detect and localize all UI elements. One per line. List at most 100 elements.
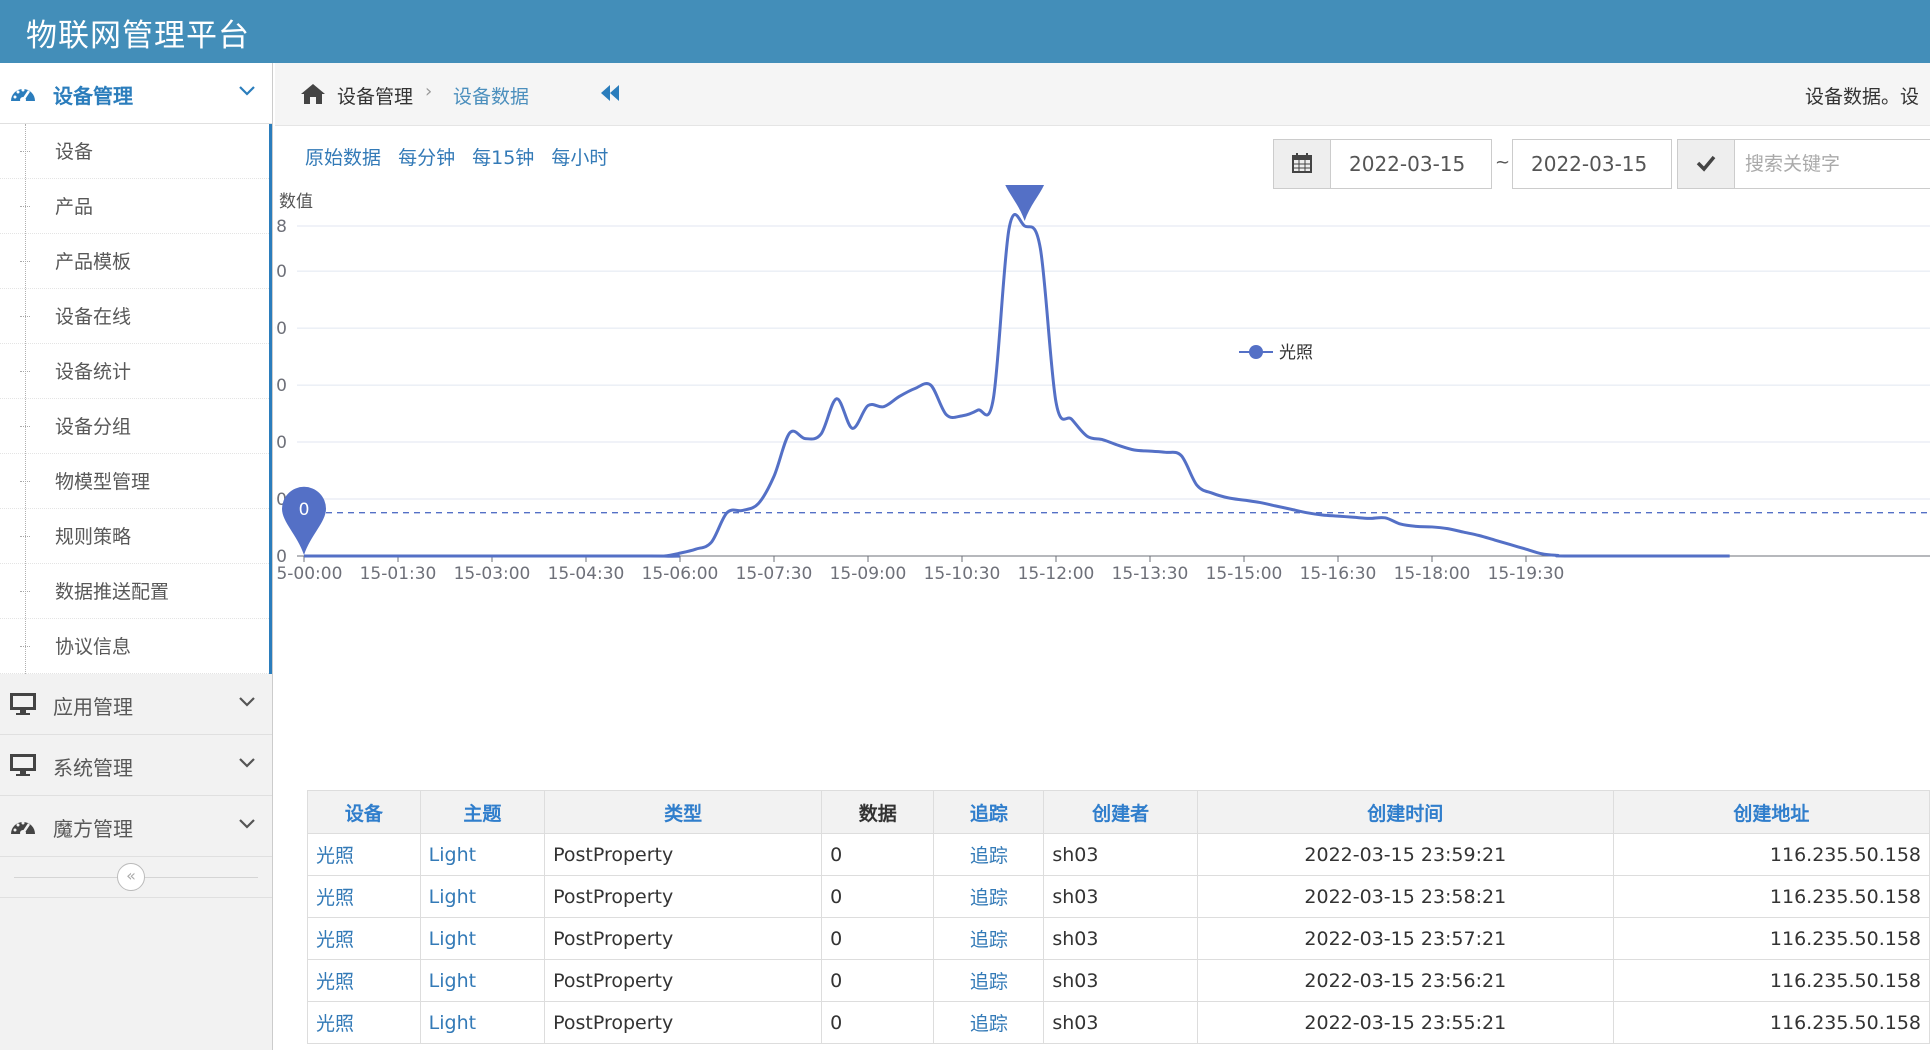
interval-15min-link[interactable]: 每15钟	[472, 147, 534, 169]
date-range-separator: ~	[1495, 152, 1511, 173]
home-icon[interactable]	[300, 83, 326, 105]
menu-label: 系统管理	[53, 756, 133, 780]
cell-trace-link[interactable]: 追踪	[933, 875, 1045, 918]
menu-device-management[interactable]: 设备管理	[0, 63, 272, 124]
sidebar-item-label: 设备分组	[55, 416, 132, 438]
cell-type: PostProperty	[544, 1001, 823, 1044]
sidebar-item-protocol[interactable]: 协议信息	[0, 619, 269, 674]
cell-device-link[interactable]: 光照	[307, 833, 421, 876]
min-mark-point[interactable]: 0	[282, 486, 326, 555]
end-date-field[interactable]	[1512, 139, 1672, 189]
cell-type: PostProperty	[544, 959, 823, 1002]
search-field[interactable]	[1734, 139, 1930, 189]
y-tick-label: 0,000	[275, 433, 287, 453]
calendar-button[interactable]	[1273, 139, 1331, 189]
sidebar-item-thing-model[interactable]: 物模型管理	[0, 454, 269, 509]
end-date-input[interactable]	[1513, 140, 1671, 188]
chevron-down-icon	[239, 758, 255, 768]
sidebar-item-product-template[interactable]: 产品模板	[0, 234, 269, 289]
cell-trace-link[interactable]: 追踪	[933, 917, 1045, 960]
cell-data: 0	[821, 959, 935, 1002]
dashboard-icon	[11, 88, 35, 103]
chart-grid	[297, 225, 1930, 557]
x-tick-label: 15-00:00	[275, 564, 342, 584]
cell-topic-link[interactable]: Light	[419, 1001, 546, 1044]
menu-label: 应用管理	[53, 695, 133, 719]
legend-marker	[1249, 345, 1263, 359]
y-tick-label: 5,000	[275, 376, 287, 396]
table-row: 光照 Light PostProperty 0 追踪 sh03 2022-03-15 23:…	[307, 1001, 1930, 1044]
collapse-sidebar-icon[interactable]: «	[117, 863, 145, 891]
menu-cube-management[interactable]: 魔方管理	[0, 796, 272, 857]
sidebar-item-rule-policy[interactable]: 规则策略	[0, 509, 269, 564]
cell-device-link[interactable]: 光照	[307, 917, 421, 960]
sidebar-item-label: 设备统计	[55, 361, 132, 383]
breadcrumb-home[interactable]: 设备管理	[337, 82, 413, 109]
x-tick-label: 15-15:00	[1206, 564, 1283, 584]
sidebar-item-label: 产品	[55, 196, 94, 218]
cell-data: 0	[821, 875, 935, 918]
column-header-created-time[interactable]: 创建时间	[1196, 790, 1614, 834]
cell-device-link[interactable]: 光照	[307, 875, 421, 918]
column-header-topic[interactable]: 主题	[419, 790, 546, 834]
sidebar-item-product[interactable]: 产品	[0, 179, 269, 234]
interval-minute-link[interactable]: 每分钟	[398, 147, 455, 169]
cell-trace-link[interactable]: 追踪	[933, 959, 1045, 1002]
column-header-trace[interactable]: 追踪	[933, 790, 1045, 834]
x-tick-label: 15-04:30	[548, 564, 625, 584]
cell-topic-link[interactable]: Light	[419, 833, 546, 876]
sidebar-item-device[interactable]: 设备	[0, 124, 269, 179]
cell-device-link[interactable]: 光照	[307, 1001, 421, 1044]
breadcrumb-current[interactable]: 设备数据	[453, 82, 529, 109]
column-header-created-address[interactable]: 创建地址	[1612, 790, 1930, 834]
chart-legend[interactable]: 光照	[1239, 343, 1313, 363]
cell-topic-link[interactable]: Light	[419, 959, 546, 1002]
chevron-down-icon	[239, 86, 255, 96]
apply-filter-button[interactable]	[1677, 139, 1735, 189]
menu-label: 魔方管理	[53, 817, 133, 841]
cell-trace-link[interactable]: 追踪	[933, 833, 1045, 876]
start-date-input[interactable]	[1331, 140, 1491, 188]
interval-hour-link[interactable]: 每小时	[551, 147, 608, 169]
search-input[interactable]	[1735, 140, 1930, 188]
menu-app-management[interactable]: 应用管理	[0, 674, 272, 735]
interval-raw-link[interactable]: 原始数据	[305, 147, 381, 169]
x-tick-label: 15-12:00	[1018, 564, 1095, 584]
top-navbar: 物联网管理平台	[0, 0, 1930, 63]
chevron-down-icon	[239, 819, 255, 829]
column-header-device[interactable]: 设备	[307, 790, 421, 834]
cell-device-link[interactable]: 光照	[307, 959, 421, 1002]
sidebar-item-data-push[interactable]: 数据推送配置	[0, 564, 269, 619]
app-title[interactable]: 物联网管理平台	[26, 10, 250, 55]
cell-type: PostProperty	[544, 833, 823, 876]
cell-creator: sh03	[1043, 875, 1198, 918]
sidebar-item-device-group[interactable]: 设备分组	[0, 399, 269, 454]
sidebar-item-device-stats[interactable]: 设备统计	[0, 344, 269, 399]
start-date-field[interactable]	[1330, 139, 1492, 189]
breadcrumb: 设备管理 › 设备数据 设备数据。设	[275, 63, 1930, 126]
x-axis: 15-00:00 15-01:30 15-03:00 15-04:30 15-06:00…	[275, 556, 1564, 584]
cell-topic-link[interactable]: Light	[419, 917, 546, 960]
y-tick-label: 5,000	[275, 262, 287, 282]
max-mark-point[interactable]: 28958	[999, 185, 1050, 221]
calendar-icon	[1292, 153, 1312, 173]
double-left-arrow-icon[interactable]	[600, 84, 620, 102]
x-tick-label: 15-13:30	[1112, 564, 1189, 584]
table-row: 光照 Light PostProperty 0 追踪 sh03 2022-03-15 23:…	[307, 875, 1930, 918]
column-header-type[interactable]: 类型	[544, 790, 823, 834]
sidebar-item-label: 设备在线	[55, 306, 132, 328]
cell-trace-link[interactable]: 追踪	[933, 1001, 1045, 1044]
column-header-creator[interactable]: 创建者	[1043, 790, 1198, 834]
cell-topic-link[interactable]: Light	[419, 875, 546, 918]
device-data-table: 设备 主题 类型 数据 追踪 创建者 创建时间 创建地址 光照 Light Post…	[307, 790, 1930, 1044]
menu-system-management[interactable]: 系统管理	[0, 735, 272, 796]
cell-type: PostProperty	[544, 875, 823, 918]
sidebar-item-label: 规则策略	[55, 526, 132, 548]
sidebar-item-label: 数据推送配置	[55, 581, 170, 603]
monitor-icon	[10, 693, 36, 715]
table-row: 光照 Light PostProperty 0 追踪 sh03 2022-03-15 23:…	[307, 917, 1930, 960]
sidebar-item-device-online[interactable]: 设备在线	[0, 289, 269, 344]
check-icon	[1696, 155, 1716, 172]
menu-label: 设备管理	[53, 84, 133, 108]
sidebar-item-label: 物模型管理	[55, 471, 151, 493]
